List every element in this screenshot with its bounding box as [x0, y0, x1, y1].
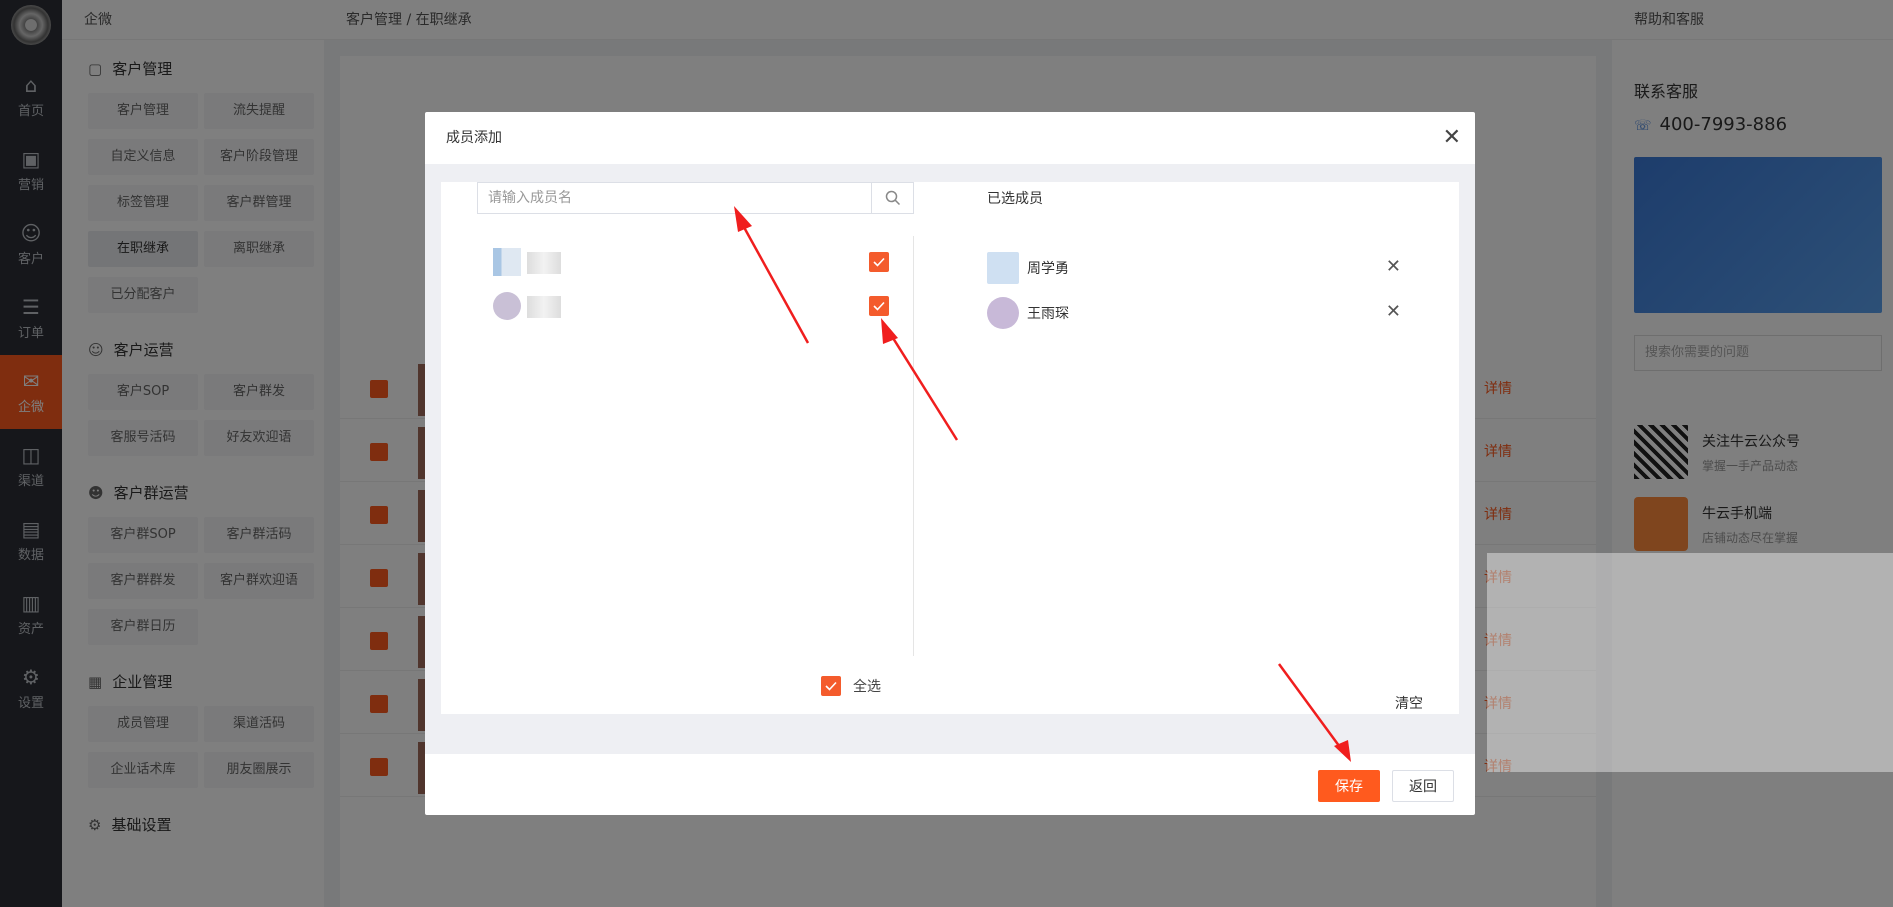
list-item[interactable] — [493, 284, 893, 328]
highlight-panel — [1487, 553, 1893, 772]
check-icon — [873, 257, 885, 267]
blurred-name — [527, 252, 561, 274]
avatar — [493, 292, 521, 320]
member-add-dialog: 成员添加 ✕ 请输入成员名 已选成员 周学勇 ✕ 王雨琛 ✕ 全选 清空 保存 … — [425, 112, 1475, 815]
member-checkbox[interactable] — [869, 252, 889, 272]
column-divider — [913, 236, 914, 656]
member-checkbox[interactable] — [869, 296, 889, 316]
member-search — [477, 182, 914, 214]
dialog-body: 已选成员 周学勇 ✕ 王雨琛 ✕ 全选 清空 — [425, 164, 1475, 754]
search-icon — [885, 190, 900, 206]
selected-member-list: 周学勇 ✕ 王雨琛 ✕ — [987, 252, 1427, 342]
check-icon — [873, 301, 885, 311]
member-picker: 已选成员 周学勇 ✕ 王雨琛 ✕ 全选 清空 — [441, 182, 1459, 714]
clear-button[interactable]: 清空 — [1395, 693, 1423, 713]
selected-member-name: 王雨琛 — [1027, 306, 1069, 322]
avatar — [987, 297, 1019, 329]
blurred-name — [527, 296, 561, 318]
list-item: 王雨琛 ✕ — [987, 297, 1427, 342]
dialog-header: 成员添加 ✕ — [425, 112, 1475, 164]
close-icon[interactable]: ✕ — [1443, 112, 1461, 164]
selected-members-title: 已选成员 — [987, 191, 1043, 207]
select-all-label: 全选 — [853, 679, 881, 695]
save-button[interactable]: 保存 — [1318, 770, 1380, 802]
check-icon — [825, 681, 837, 691]
list-item[interactable] — [493, 240, 893, 284]
remove-icon[interactable]: ✕ — [1386, 256, 1401, 277]
back-button[interactable]: 返回 — [1392, 770, 1454, 802]
avatar — [987, 252, 1019, 284]
remove-icon[interactable]: ✕ — [1386, 301, 1401, 322]
selected-member-name: 周学勇 — [1027, 261, 1069, 277]
member-search-input[interactable] — [478, 183, 871, 213]
member-list — [493, 240, 893, 328]
search-button[interactable] — [871, 183, 913, 213]
list-item: 周学勇 ✕ — [987, 252, 1427, 297]
select-all[interactable]: 全选 — [821, 676, 881, 696]
dialog-title: 成员添加 — [446, 130, 502, 146]
avatar — [493, 248, 521, 276]
dialog-footer: 保存 返回 — [425, 754, 1475, 815]
select-all-checkbox[interactable] — [821, 676, 841, 696]
